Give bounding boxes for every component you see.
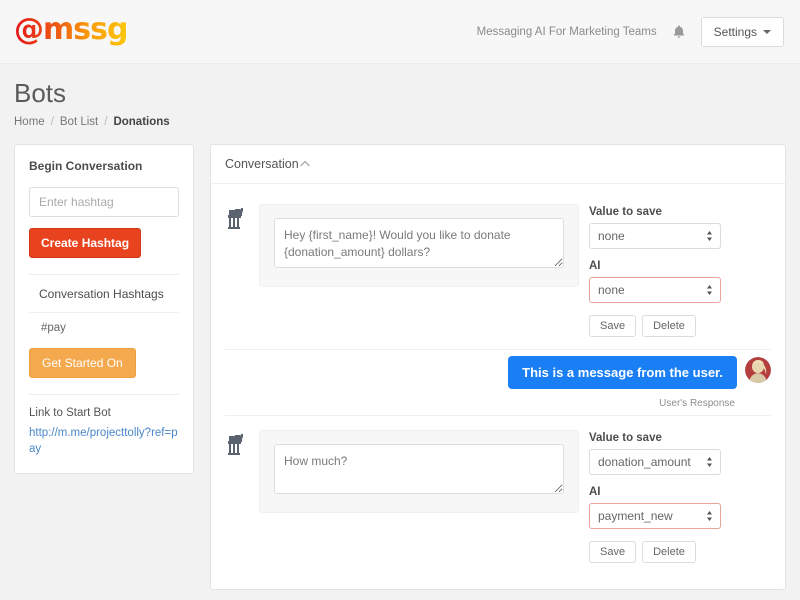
at-at-walker-icon [228,434,243,455]
message-controls-2: Value to save donation_amount AI payment… [589,430,721,563]
app-logo[interactable]: @mssg [14,15,128,48]
bot-message-block-2: Value to save donation_amount AI payment… [225,416,771,573]
breadcrumb-item-bot-list[interactable]: Bot List [60,116,98,128]
message-action-buttons-2: Save Delete [589,541,721,563]
ai-select-2[interactable]: payment_new [589,503,721,529]
ai-select[interactable]: none [589,277,721,303]
chevron-up-icon-svg [299,160,310,167]
value-to-save-value-2: donation_amount [598,455,691,469]
bot-message-textarea-2[interactable] [274,444,564,494]
settings-button-label: Settings [713,24,757,39]
create-hashtag-button[interactable]: Create Hashtag [29,228,142,258]
ai-label: AI [589,260,601,272]
hashtag-input[interactable] [29,187,179,217]
value-to-save-select-2[interactable]: donation_amount [589,449,721,475]
page-header: Bots Home / Bot List / Donations [0,64,800,128]
bell-icon[interactable] [671,24,687,40]
breadcrumb-separator: / [104,116,108,128]
begin-conversation-panel: Begin Conversation Create Hashtag Conver… [14,144,194,475]
ai-value-2: payment_new [598,509,673,523]
breadcrumb-item-donations: Donations [113,116,170,128]
sidebar-heading: Begin Conversation [29,159,143,173]
message-action-buttons: Save Delete [589,315,721,337]
bot-message-block: Value to save none AI none [225,190,771,347]
value-to-save-label: Value to save [589,206,662,218]
conversation-body: Value to save none AI none [211,184,785,589]
get-started-on-button[interactable]: Get Started On [29,348,136,378]
delete-button-2[interactable]: Delete [642,541,696,563]
chevron-down-icon [763,29,771,34]
user-response-caption: User's Response [659,398,735,409]
user-photo-avatar [745,357,771,383]
save-button-2[interactable]: Save [589,541,637,563]
conversation-panel: Conversation Hey {first_name}! Would you… [210,144,786,590]
link-to-start-bot-label: Link to Start Bot [29,407,111,419]
sidebar-subdivider [29,312,179,313]
conversation-panel-title: Conversation [225,157,299,171]
select-spinner-icon [707,511,712,521]
select-spinner-icon [707,285,712,295]
bell-icon-svg [673,24,684,38]
start-bot-link[interactable]: http://m.me/projecttolly?ref=pay [29,426,179,457]
user-message-block: This is a message from the user. [225,350,771,389]
breadcrumb-item-home[interactable]: Home [14,116,45,128]
value-to-save-select[interactable]: none [589,223,721,249]
bot-message-textarea[interactable] [274,218,564,268]
ai-value: none [598,283,625,297]
app-tagline: Messaging AI For Marketing Teams [476,25,657,38]
sidebar-divider [29,274,179,275]
breadcrumb: Home / Bot List / Donations [14,116,786,128]
at-at-walker-icon [228,208,243,229]
sidebar-divider-2 [29,394,179,395]
user-message-bubble[interactable]: This is a message from the user. [508,356,737,389]
delete-button[interactable]: Delete [642,315,696,337]
user-photo-avatar-svg [745,357,771,383]
conversation-hashtags-label: Conversation Hashtags [39,287,164,301]
top-navbar: @mssg Messaging AI For Marketing Teams S… [0,0,800,64]
select-spinner-icon [707,457,712,467]
value-to-save-value: none [598,229,625,243]
message-controls: Value to save none AI none Save Delete [589,204,721,337]
settings-button[interactable]: Settings [700,16,784,47]
save-button[interactable]: Save [589,315,637,337]
ai-label-2: AI [589,486,601,498]
bot-message-bubble [259,204,579,287]
hashtag-list-item[interactable]: #pay [29,322,179,334]
navbar-right-group: Messaging AI For Marketing Teams Setting… [476,16,784,47]
conversation-panel-header: Conversation [211,145,785,184]
value-to-save-label-2: Value to save [589,432,662,444]
chevron-up-icon[interactable] [299,158,311,170]
breadcrumb-separator: / [50,116,54,128]
main-content: Begin Conversation Create Hashtag Conver… [0,128,800,590]
select-spinner-icon [707,231,712,241]
page-title: Bots [14,78,67,108]
bot-message-bubble-2 [259,430,579,513]
